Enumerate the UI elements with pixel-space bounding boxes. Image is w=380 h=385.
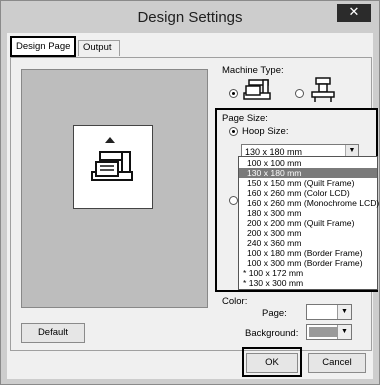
machine-type-radio-single[interactable] bbox=[229, 89, 238, 98]
dropdown-option[interactable]: 200 x 200 mm (Quilt Frame) bbox=[239, 218, 377, 228]
dropdown-option-selected[interactable]: 130 x 180 mm bbox=[239, 168, 377, 178]
multi-needle-machine-icon bbox=[311, 77, 335, 102]
machine-type-label: Machine Type: bbox=[222, 65, 284, 76]
close-button[interactable]: ✕ bbox=[337, 4, 371, 22]
hoop-size-dropdown-list: 100 x 100 mm 130 x 180 mm 150 x 150 mm (… bbox=[238, 156, 379, 290]
machine-type-radio-multi[interactable] bbox=[295, 89, 304, 98]
tab-design-page[interactable]: Design Page bbox=[10, 36, 76, 57]
dropdown-option[interactable]: 100 x 300 mm (Border Frame) bbox=[239, 258, 377, 268]
hoop-size-radio[interactable] bbox=[229, 127, 238, 136]
custom-size-radio[interactable] bbox=[229, 196, 238, 205]
chevron-down-icon[interactable]: ▼ bbox=[337, 305, 351, 319]
dropdown-option[interactable]: * 100 x 172 mm bbox=[239, 268, 377, 278]
dialog-title: Design Settings bbox=[137, 9, 243, 26]
background-color-swatch bbox=[309, 327, 337, 337]
background-color-select[interactable]: ▼ bbox=[306, 324, 352, 340]
dropdown-option[interactable]: 150 x 150 mm (Quilt Frame) bbox=[239, 178, 377, 188]
embroidery-machine-preview-icon bbox=[91, 151, 133, 181]
color-label: Color: bbox=[222, 296, 248, 307]
default-button[interactable]: Default bbox=[21, 323, 85, 343]
ok-button[interactable]: OK bbox=[246, 353, 298, 373]
background-color-label: Background: bbox=[245, 328, 299, 339]
dropdown-option[interactable]: 240 x 360 mm bbox=[239, 238, 377, 248]
dropdown-option[interactable]: 100 x 180 mm (Border Frame) bbox=[239, 248, 377, 258]
dropdown-option[interactable]: 160 x 260 mm (Monochrome LCD) bbox=[239, 198, 379, 208]
dropdown-option[interactable]: 160 x 260 mm (Color LCD) bbox=[239, 188, 377, 198]
hoop-size-label: Hoop Size: bbox=[242, 126, 289, 137]
dropdown-option[interactable]: 200 x 300 mm bbox=[239, 228, 377, 238]
hoop-preview-frame bbox=[73, 125, 153, 209]
page-color-swatch bbox=[309, 307, 337, 317]
chevron-down-icon[interactable]: ▼ bbox=[337, 325, 351, 339]
dropdown-option[interactable]: * 130 x 300 mm bbox=[239, 278, 377, 288]
tab-output[interactable]: Output bbox=[78, 40, 120, 56]
cancel-button[interactable]: Cancel bbox=[308, 353, 366, 373]
dropdown-option[interactable]: 100 x 100 mm bbox=[239, 158, 377, 168]
dropdown-option[interactable]: 180 x 300 mm bbox=[239, 208, 377, 218]
title-bar[interactable]: Design Settings ✕ bbox=[1, 1, 379, 33]
page-size-label: Page Size: bbox=[222, 113, 268, 124]
page-color-select[interactable]: ▼ bbox=[306, 304, 352, 320]
embroidery-machine-icon bbox=[243, 79, 271, 100]
page-color-label: Page: bbox=[262, 308, 287, 319]
hoop-direction-arrow-icon bbox=[105, 137, 115, 143]
